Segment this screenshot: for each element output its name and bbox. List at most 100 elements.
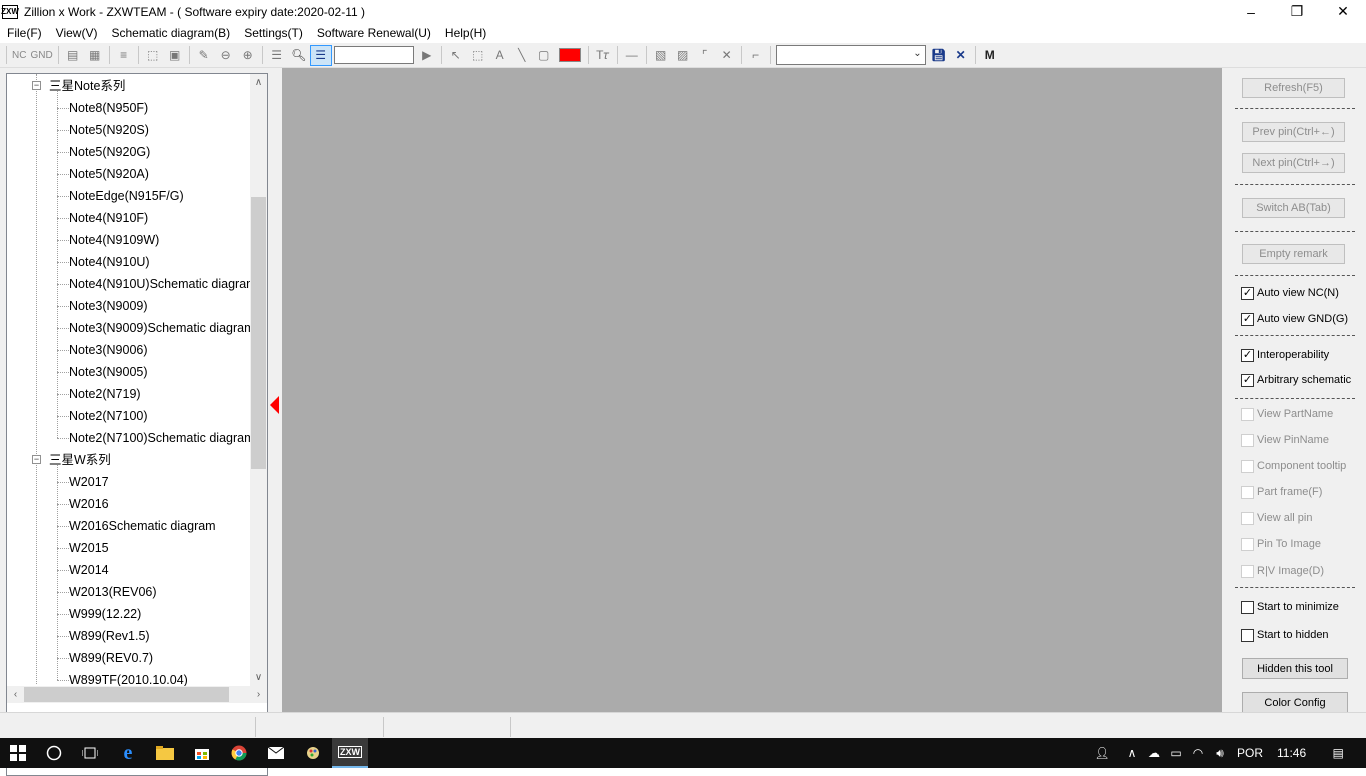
tree-item[interactable]: W2015 <box>69 537 109 559</box>
zoom-out-icon[interactable]: ⊖ <box>215 45 237 66</box>
search-icon[interactable] <box>36 738 72 768</box>
notifications-icon[interactable]: ▤ <box>1328 746 1348 760</box>
people-icon[interactable]: 👤︎ <box>1091 746 1113 760</box>
arbitrary-schematic-checkbox[interactable]: ✓ Arbitrary schematic <box>1241 372 1351 388</box>
hidden-tool-button[interactable]: Hidden this tool <box>1242 658 1348 679</box>
tree-item[interactable]: W2013(REV06) <box>69 581 157 603</box>
select-area-icon[interactable]: ⬚ <box>467 45 489 66</box>
tree-vertical-scrollbar[interactable]: ∧ ∨ <box>250 74 267 686</box>
collapse-icon[interactable]: − <box>32 81 41 90</box>
tree-item[interactable]: Note5(N920G) <box>69 141 150 163</box>
cloud-icon[interactable]: ☁︎ <box>1143 746 1165 760</box>
tree-item[interactable]: Note3(N9009)Schematic diagram <box>69 317 255 339</box>
list-view-icon[interactable]: ☰ <box>309 44 332 66</box>
menu-schematic[interactable]: Schematic diagram(B) <box>104 26 237 40</box>
scroll-left-icon[interactable]: ‹ <box>7 686 24 703</box>
tree-item[interactable]: W2016Schematic diagram <box>69 515 216 537</box>
minimize-button[interactable]: – <box>1228 0 1274 23</box>
auto-view-nc-checkbox[interactable]: ✓ Auto view NC(N) <box>1241 285 1339 301</box>
view-all-pin-checkbox[interactable]: View all pin <box>1241 510 1312 526</box>
tree-item[interactable]: W899(REV0.7) <box>69 647 153 669</box>
edit-icon[interactable]: ✎ <box>193 45 215 66</box>
tree-item[interactable]: Note4(N9109W) <box>69 229 159 251</box>
model-tree[interactable]: − 三星Note系列 Note8(N950F) Note5(N920S) Note5(N… <box>6 73 268 776</box>
mail-icon[interactable] <box>258 738 294 768</box>
scroll-down-icon[interactable]: ∨ <box>250 669 267 686</box>
menu-view[interactable]: View(V) <box>49 26 105 40</box>
menu-help[interactable]: Help(H) <box>438 26 493 40</box>
collapse-left-panel-button[interactable] <box>268 391 280 419</box>
store-icon[interactable] <box>184 738 220 768</box>
start-hidden-checkbox[interactable]: Start to hidden <box>1241 627 1329 643</box>
scrollbar-thumb[interactable] <box>24 687 229 702</box>
logo-icon[interactable]: M <box>979 45 1001 66</box>
zoom-in-icon[interactable]: ⊕ <box>237 45 259 66</box>
line-icon[interactable]: ╲ <box>511 45 533 66</box>
chip-icon[interactable]: ▣ <box>164 45 186 66</box>
save-icon[interactable]: 💾︎ <box>928 45 950 66</box>
measure-icon[interactable]: ⌐ <box>745 45 767 66</box>
next-pin-button[interactable]: Next pin(Ctrl+→) <box>1242 153 1345 173</box>
part-frame-checkbox[interactable]: Part frame(F) <box>1241 484 1322 500</box>
schematic-combo[interactable]: ⌄ <box>775 45 926 65</box>
tree-horizontal-scrollbar[interactable]: ‹ › <box>7 686 267 703</box>
view-pinname-checkbox[interactable]: View PinName <box>1241 432 1329 448</box>
prev-pin-button[interactable]: Prev pin(Ctrl+←) <box>1242 122 1345 142</box>
menu-settings[interactable]: Settings(T) <box>237 26 310 40</box>
board-icon[interactable]: ▦ <box>84 45 106 66</box>
scroll-right-icon[interactable]: › <box>250 686 267 703</box>
tree-item[interactable]: Note4(N910F) <box>69 207 148 229</box>
switch-ab-button[interactable]: Switch AB(Tab) <box>1242 198 1345 218</box>
tree-item[interactable]: W2017 <box>69 471 109 493</box>
language-indicator[interactable]: POR <box>1237 746 1263 760</box>
close-button[interactable]: ✕ <box>1320 0 1366 23</box>
color-config-button[interactable]: Color Config <box>1242 692 1348 713</box>
tree-item[interactable]: Note3(N9005) <box>69 361 148 383</box>
tree-item[interactable]: W2016 <box>69 493 109 515</box>
tree-group[interactable]: 三星W系列 <box>49 449 111 471</box>
shape-icon[interactable]: ▢ <box>533 45 555 66</box>
delete-icon[interactable]: ✕ <box>950 45 972 66</box>
file-explorer-icon[interactable] <box>147 738 183 768</box>
edge-browser-icon[interactable]: e <box>110 738 146 768</box>
part-icon[interactable]: ▤ <box>62 45 84 66</box>
view-partname-checkbox[interactable]: View PartName <box>1241 406 1333 422</box>
gnd-toggle[interactable]: GND <box>28 50 54 61</box>
paint-app-icon[interactable] <box>295 738 331 768</box>
tree-item[interactable]: Note2(N7100)Schematic diagram <box>69 427 255 449</box>
tree-item[interactable]: Note5(N920S) <box>69 119 149 141</box>
frame-icon[interactable]: ⌜ <box>694 45 716 66</box>
empty-remark-button[interactable]: Empty remark <box>1242 244 1345 264</box>
chevron-up-icon[interactable]: ∧ <box>1121 746 1143 760</box>
chrome-icon[interactable] <box>221 738 257 768</box>
scrollbar-thumb[interactable] <box>251 197 266 469</box>
maximize-button[interactable]: ❐ <box>1274 0 1320 23</box>
image-icon[interactable]: ▨ <box>672 45 694 66</box>
pointer-icon[interactable]: ↖ <box>445 45 467 66</box>
component-tooltip-checkbox[interactable]: Component tooltip <box>1241 458 1346 474</box>
clock[interactable]: 11:46 <box>1277 746 1306 760</box>
pin-to-image-checkbox[interactable]: Pin To Image <box>1241 536 1321 552</box>
tree-group[interactable]: 三星Note系列 <box>49 75 125 97</box>
task-view-icon[interactable] <box>72 738 108 768</box>
line-width-icon[interactable]: — <box>621 45 643 66</box>
volume-icon[interactable]: 🔊︎ <box>1209 746 1231 761</box>
refresh-button[interactable]: Refresh(F5) <box>1242 78 1345 98</box>
tree-item[interactable]: Note2(N719) <box>69 383 141 405</box>
tree-item[interactable]: NoteEdge(N915F/G) <box>69 185 184 207</box>
find-icon[interactable]: 🔍︎ <box>288 45 310 66</box>
start-minimize-checkbox[interactable]: Start to minimize <box>1241 599 1339 615</box>
tree-item[interactable]: W899(Rev1.5) <box>69 625 150 647</box>
interoperability-checkbox[interactable]: ✓ Interoperability <box>1241 347 1329 363</box>
menu-software-renewal[interactable]: Software Renewal(U) <box>310 26 438 40</box>
nc-toggle[interactable]: NC <box>10 50 28 61</box>
color-swatch[interactable] <box>558 48 581 62</box>
rv-image-checkbox[interactable]: R|V Image(D) <box>1241 563 1324 579</box>
zxw-taskbar-icon[interactable]: ZXW <box>332 738 368 768</box>
tree-item[interactable]: W999(12.22) <box>69 603 141 625</box>
tree-item[interactable]: Note2(N7100) <box>69 405 148 427</box>
wifi-icon[interactable]: ◠ <box>1187 746 1209 760</box>
windows-start-icon[interactable] <box>0 738 36 768</box>
scroll-up-icon[interactable]: ∧ <box>250 74 267 91</box>
fit-screen-icon[interactable]: ⬚ <box>142 45 164 66</box>
